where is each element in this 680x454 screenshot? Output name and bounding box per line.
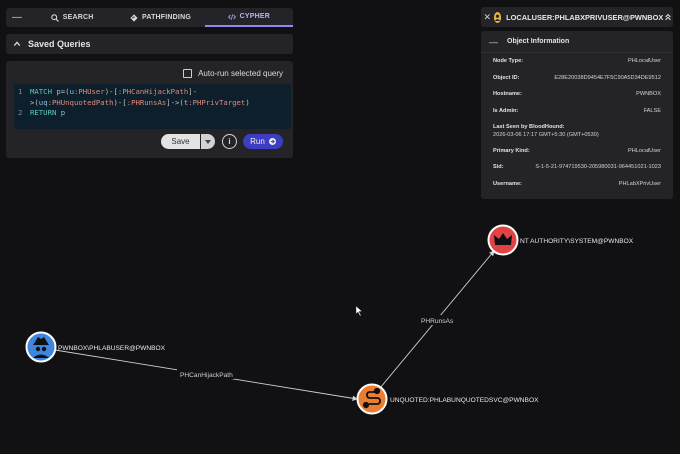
collapse-section-icon: — (489, 36, 498, 47)
node-label-user: PWNBOX\PHLABUSER@PWNBOX (58, 345, 166, 352)
node-label-target: NT AUTHORITY\SYSTEM@PWNBOX (520, 238, 634, 245)
edge-label-phrunsas: PHRunsAs (418, 315, 454, 325)
code-line: 2 RETURN p (18, 108, 287, 119)
svg-text:PHCanHijackPath: PHCanHijackPath (180, 372, 233, 379)
tab-search-label: SEARCH (62, 14, 94, 21)
code-token: )-[ (113, 97, 127, 107)
tab-cypher-label: CYPHER (239, 13, 270, 20)
code-token: ]- (188, 87, 198, 96)
saved-queries-title: Saved Queries (28, 39, 91, 49)
edge-label-phcanhijackpath: PHCanHijackPath (177, 369, 234, 379)
property-row: Primary Kind: PHLocalUser (481, 142, 673, 159)
graph-node-user[interactable]: PWNBOX\PHLABUSER@PWNBOX (25, 331, 166, 363)
code-text: >(uq:PHUnquotedPath)-[:PHRunsAs]->(t:PHP… (30, 98, 250, 109)
code-token: :PHUser (73, 87, 105, 96)
auto-run-checkbox[interactable] (183, 69, 193, 78)
collapse-panel-button[interactable]: — (6, 8, 28, 27)
caret-down-icon (205, 139, 211, 144)
property-row: Node Type: PHLocalUser (481, 53, 673, 70)
info-button[interactable]: i (222, 134, 237, 149)
cypher-query-editor[interactable]: 1 MATCH p=(u:PHUser)-[:PHCanHijackPath]- >… (14, 84, 291, 129)
mouse-cursor-icon (355, 305, 363, 317)
property-key: Username: (493, 180, 522, 187)
explore-tabs: — SEARCH PATHFINDING CYPHER (6, 8, 293, 27)
code-line: >(uq:PHUnquotedPath)-[:PHRunsAs]->(t:PHP… (18, 98, 287, 109)
code-token: :PHRunsAs (126, 97, 167, 107)
code-token: uq (38, 97, 48, 107)
code-token: :PHUnquotedPath (47, 97, 114, 107)
tab-cypher[interactable]: CYPHER (204, 8, 293, 27)
tab-pathfinding[interactable]: PATHFINDING (116, 8, 204, 27)
double-chevron-up-icon (665, 13, 671, 21)
auto-run-label: Auto-run selected query (198, 69, 283, 78)
code-line: 1 MATCH p=(u:PHUser)-[:PHCanHijackPath]- (18, 87, 287, 98)
code-text: RETURN p (30, 108, 65, 119)
search-icon (51, 13, 59, 22)
property-row: Sid: S-1-5-21-974719530-205980031-9644510… (481, 159, 673, 176)
graph-node-service[interactable]: UNQUOTED:PHLABUNQUOTEDSVC@PWNBOX (356, 383, 540, 415)
code-token: ) (245, 97, 250, 107)
entity-title: LOCALUSER:PHLABXPRIVUSER@PWNBOX (506, 12, 664, 22)
property-key: Last Seen by BloodHound: (493, 123, 565, 130)
property-key: Node Type: (493, 58, 524, 65)
code-token: MATCH (30, 87, 57, 96)
auto-run-toggle[interactable]: Auto-run selected query (183, 69, 283, 78)
run-button[interactable]: Run (243, 134, 283, 149)
property-value: 2026-03-06 17:17 GMT+5:30 (GMT+0530) (493, 131, 599, 138)
property-row: Is Admin: FALSE (481, 103, 673, 120)
property-value: PHLabXPrivUser (618, 180, 661, 187)
tab-pathfinding-label: PATHFINDING (141, 14, 191, 21)
property-row: Hostname: PWNBOX (481, 86, 673, 103)
property-key: Hostname: (493, 91, 522, 98)
property-key: Primary Kind: (493, 147, 530, 154)
property-value: PHLocalUser (628, 147, 661, 154)
pathfinding-icon (130, 13, 138, 22)
code-text: MATCH p=(u:PHUser)-[:PHCanHijackPath]- (30, 87, 197, 98)
collapse-entity-panel-button[interactable] (663, 13, 673, 21)
code-token: )-[ (104, 87, 118, 96)
property-row: Object ID: E28E20038D9454E7F5C90A5D34DE95… (481, 70, 673, 87)
code-token: =( (60, 87, 70, 96)
svg-text:PHRunsAs: PHRunsAs (421, 318, 454, 325)
line-number (18, 98, 30, 109)
property-key: Is Admin: (493, 108, 519, 115)
property-row: Username: PHLabXPrivUser (481, 176, 673, 193)
property-value: PHLocalUser (628, 58, 661, 65)
line-number: 2 (18, 108, 23, 117)
property-value: E28E20038D9454E7F5C90A5D34DE9512 (554, 74, 661, 81)
object-information-section-header[interactable]: — Object Information (481, 31, 673, 53)
code-token: p (60, 108, 66, 117)
chevron-up-icon (13, 41, 21, 47)
cypher-editor-card: Auto-run selected query 1 MATCH p=(u:PHUs… (6, 61, 293, 158)
line-number: 1 (18, 87, 23, 96)
node-label-service: UNQUOTED:PHLABUNQUOTEDSVC@PWNBOX (390, 397, 539, 404)
property-key: Object ID: (493, 74, 520, 81)
graph-node-target[interactable]: NT AUTHORITY\SYSTEM@PWNBOX (487, 224, 634, 256)
code-token: :PHPrivTarget (188, 97, 246, 107)
code-token: :PHCanHijackPath (117, 87, 189, 96)
entity-panel-header: ✕ LOCALUSER:PHLABXPRIVUSER@PWNBOX (481, 7, 673, 27)
saved-queries-header[interactable]: Saved Queries (6, 34, 293, 54)
close-icon[interactable]: ✕ (481, 12, 494, 23)
save-options-button[interactable] (201, 134, 215, 149)
object-information-panel: — Object Information Node Type: PHLocalUs… (481, 31, 673, 199)
code-token: ]->( (166, 97, 184, 107)
property-value: S-1-5-21-974719530-205980031-964451021-1… (535, 164, 661, 171)
arrow-right-icon (268, 138, 276, 145)
code-token: RETURN (30, 108, 61, 117)
property-row: Last Seen by BloodHound: 2026-03-06 17:17… (481, 119, 673, 142)
user-icon (493, 11, 502, 23)
property-list: Node Type: PHLocalUser Object ID: E28E20038… (481, 53, 673, 192)
editor-actions: Save i Run (161, 134, 283, 149)
property-value: PWNBOX (636, 91, 661, 98)
save-button[interactable]: Save (161, 134, 200, 149)
code-token: >( (30, 97, 39, 107)
tab-search[interactable]: SEARCH (28, 8, 116, 27)
section-title: Object Information (507, 38, 570, 45)
code-icon (227, 13, 236, 20)
run-button-label: Run (250, 137, 265, 146)
property-key: Sid: (493, 164, 504, 171)
property-value: FALSE (643, 108, 661, 115)
